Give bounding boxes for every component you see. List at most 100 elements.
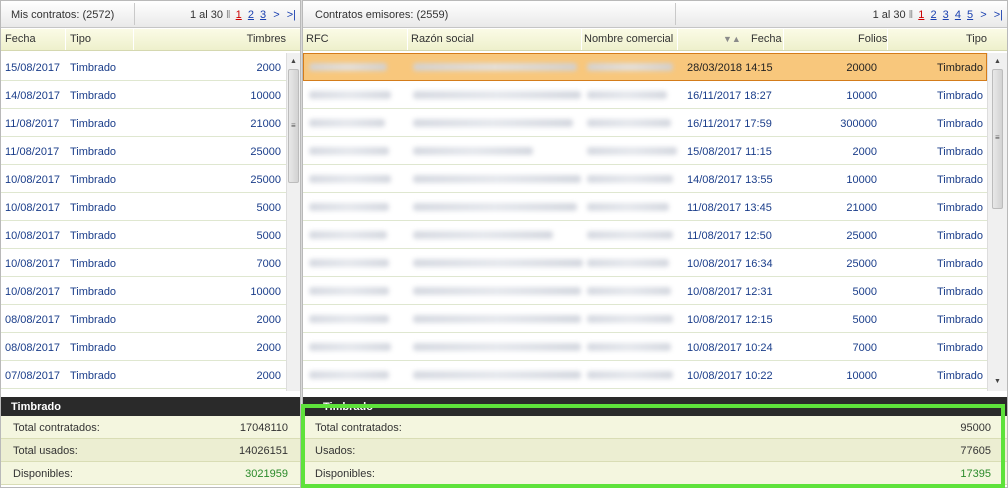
cell-tipo: Timbrado — [936, 342, 983, 354]
table-row[interactable]: 10/08/2017 12:15 5000 Timbrado — [303, 305, 987, 333]
pager-page-link[interactable]: 3 — [943, 9, 949, 21]
table-row[interactable]: 10/08/2017 16:34 25000 Timbrado — [303, 249, 987, 277]
cell-timbres: 10000 — [250, 286, 281, 298]
table-row[interactable]: 10/08/2017 10:22 10000 Timbrado — [303, 361, 987, 389]
cell-fecha: 11/08/2017 12:50 — [687, 230, 772, 242]
column-header-folios[interactable]: Folios — [858, 33, 887, 45]
cell-fecha: 15/08/2017 — [5, 62, 61, 74]
column-header-rfc[interactable]: RFC — [306, 33, 329, 45]
pager-page-link[interactable]: 2 — [930, 9, 936, 21]
table-row[interactable]: 14/08/2017 13:55 10000 Timbrado — [303, 165, 987, 193]
table-row[interactable]: 10/08/2017 10:24 7000 Timbrado — [303, 333, 987, 361]
column-header-nombre-comercial[interactable]: Nombre comercial — [584, 33, 673, 45]
table-row[interactable]: 08/08/2017 Timbrado 2000 — [1, 333, 286, 361]
cell-timbres: 7000 — [256, 258, 281, 270]
column-header-fecha[interactable]: Fecha — [751, 33, 782, 45]
redacted-text — [413, 231, 553, 239]
table-row[interactable]: 10/08/2017 Timbrado 25000 — [1, 165, 286, 193]
table-row[interactable]: 07/08/2017 Timbrado 2000 — [1, 361, 286, 389]
pager-page-link[interactable]: 2 — [248, 9, 254, 21]
summary-label: Usados: — [315, 445, 356, 457]
redacted-text — [413, 203, 577, 211]
pager-next-button[interactable]: > — [980, 9, 986, 21]
table-row[interactable]: 16/11/2017 18:27 10000 Timbrado — [303, 81, 987, 109]
cell-tipo: Timbrado — [70, 174, 117, 186]
cell-nombre-comercial — [587, 62, 673, 71]
table-row[interactable]: 14/08/2017 Timbrado 10000 — [1, 81, 286, 109]
sort-arrows-icon[interactable]: ▼▲ — [723, 34, 741, 44]
pager-page-link[interactable]: 4 — [955, 9, 961, 21]
column-header-fecha[interactable]: Fecha — [5, 33, 36, 45]
cell-rfc — [309, 146, 389, 155]
redacted-text — [587, 203, 669, 211]
cell-nombre-comercial — [587, 118, 671, 127]
pager-current-page[interactable]: 1 — [236, 9, 242, 21]
scrollbar-thumb[interactable]: ≡ — [992, 69, 1003, 209]
table-row[interactable]: 15/08/2017 Timbrado 2000 — [1, 53, 286, 81]
right-scrollbar[interactable]: ▲ ≡ ▼ — [987, 53, 1007, 391]
summary-row: Disponibles: 3021959 — [1, 462, 300, 485]
scrollbar-thumb[interactable]: ≡ — [288, 69, 299, 183]
grip-icon: ≡ — [291, 121, 296, 130]
table-row[interactable]: 11/08/2017 12:50 25000 Timbrado — [303, 221, 987, 249]
left-table-body: 15/08/2017 Timbrado 2000 14/08/2017 Timbrado… — [1, 53, 286, 391]
table-row[interactable]: 28/03/2018 14:15 20000 Timbrado — [303, 53, 987, 81]
table-row[interactable]: 10/08/2017 Timbrado 5000 — [1, 193, 286, 221]
right-summary-title: Timbrado — [303, 397, 1007, 416]
left-scrollbar[interactable]: ▲ ≡ — [286, 53, 300, 391]
pager-next-button[interactable]: > — [273, 9, 279, 21]
pager-last-button[interactable]: >| — [287, 9, 296, 21]
redacted-text — [587, 63, 673, 71]
cell-rfc — [309, 230, 387, 239]
pager-page-link[interactable]: 3 — [260, 9, 266, 21]
cell-tipo: Timbrado — [936, 230, 983, 242]
redacted-text — [413, 315, 581, 323]
table-row[interactable]: 10/08/2017 Timbrado 7000 — [1, 249, 286, 277]
pager-range: 1 al 30 — [872, 9, 906, 21]
cell-fecha: 07/08/2017 — [5, 370, 61, 382]
table-row[interactable]: 11/08/2017 Timbrado 21000 — [1, 109, 286, 137]
arrow-up-icon[interactable]: ▲ — [287, 55, 300, 69]
redacted-text — [587, 343, 671, 351]
cell-fecha: 16/11/2017 18:27 — [687, 90, 772, 102]
cell-fecha: 08/08/2017 — [5, 314, 61, 326]
grip-icon: ≡ — [995, 133, 1000, 142]
column-header-tipo[interactable]: Tipo — [966, 33, 987, 45]
table-row[interactable]: 15/08/2017 11:15 2000 Timbrado — [303, 137, 987, 165]
column-header-timbres[interactable]: Timbres — [247, 33, 286, 45]
table-row[interactable]: 10/08/2017 Timbrado 10000 — [1, 277, 286, 305]
cell-fecha: 10/08/2017 12:31 — [687, 286, 773, 298]
cell-timbres: 5000 — [256, 230, 281, 242]
column-header-tipo[interactable]: Tipo — [70, 33, 91, 45]
column-divider — [887, 29, 888, 50]
arrow-up-icon[interactable]: ▲ — [988, 55, 1007, 69]
table-row[interactable]: 11/08/2017 Timbrado 25000 — [1, 137, 286, 165]
table-row[interactable]: 08/08/2017 Timbrado 2000 — [1, 305, 286, 333]
redacted-text — [413, 175, 581, 183]
cell-rfc — [309, 370, 389, 379]
column-header-razon-social[interactable]: Razón social — [411, 33, 474, 45]
redacted-text — [309, 119, 385, 127]
table-row[interactable]: 10/08/2017 12:31 5000 Timbrado — [303, 277, 987, 305]
redacted-text — [587, 175, 673, 183]
arrow-down-icon[interactable]: ▼ — [988, 375, 1007, 389]
cell-tipo: Timbrado — [936, 286, 983, 298]
redacted-text — [587, 119, 671, 127]
cell-nombre-comercial — [587, 314, 673, 323]
pager-current-page[interactable]: 1 — [918, 9, 924, 21]
pager-range: 1 al 30 — [189, 9, 223, 21]
cell-folios: 20000 — [846, 62, 877, 74]
cell-fecha: 11/08/2017 — [5, 146, 60, 158]
cell-timbres: 2000 — [256, 370, 281, 382]
table-row[interactable]: 10/08/2017 Timbrado 5000 — [1, 221, 286, 249]
table-row[interactable]: 16/11/2017 17:59 300000 Timbrado — [303, 109, 987, 137]
redacted-text — [309, 315, 389, 323]
redacted-text — [413, 91, 581, 99]
pager-last-button[interactable]: >| — [994, 9, 1003, 21]
right-column-header: RFC Razón social Nombre comercial ▼▲ Fec… — [303, 29, 1007, 51]
pager-page-link[interactable]: 5 — [967, 9, 973, 21]
cell-tipo: Timbrado — [70, 90, 117, 102]
table-row[interactable]: 11/08/2017 13:45 21000 Timbrado — [303, 193, 987, 221]
right-title-bar: Contratos emisores: (2559) 1 al 30 ‖ 1 2… — [303, 1, 1007, 28]
cell-rfc — [309, 90, 391, 99]
